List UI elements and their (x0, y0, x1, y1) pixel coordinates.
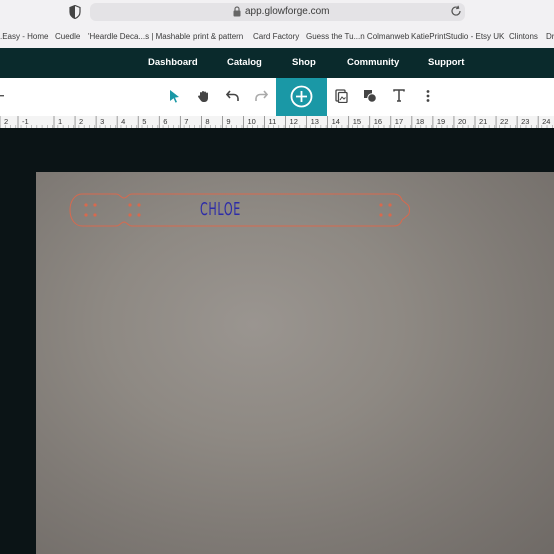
ruler-label: 11 (269, 117, 277, 126)
add-plus-icon (290, 85, 313, 108)
ruler-label: 6 (163, 117, 167, 126)
wristband-cut-design[interactable] (68, 192, 414, 228)
bookmark-link[interactable]: Dr (546, 30, 554, 44)
ruler-label: 3 (100, 117, 104, 126)
ruler-label: -1 (22, 117, 29, 126)
ruler-label: 10 (247, 117, 255, 126)
select-arrow-icon[interactable] (169, 89, 181, 103)
ruler-label: 22 (500, 117, 508, 126)
ruler-label: 9 (226, 117, 230, 126)
ruler-label: 16 (374, 117, 382, 126)
add-button[interactable] (276, 78, 327, 116)
text-icon[interactable] (393, 89, 405, 102)
privacy-shield-icon[interactable] (69, 5, 81, 19)
ruler-label: 12 (290, 117, 298, 126)
shapes-icon[interactable] (363, 89, 377, 103)
ruler-label: 2 (79, 117, 83, 126)
more-menu-icon[interactable] (425, 89, 431, 103)
nav-community[interactable]: Community (347, 48, 399, 78)
trace-image-icon[interactable] (335, 89, 348, 103)
ruler-label: 4 (121, 117, 125, 126)
ruler-label: 13 (311, 117, 319, 126)
bed-camera-image[interactable] (36, 172, 554, 554)
ruler-label: 20 (458, 117, 466, 126)
ruler-label: 5 (142, 117, 146, 126)
ruler-label: 17 (395, 117, 403, 126)
ruler-label: 2 (4, 117, 8, 126)
ruler-label: 15 (353, 117, 361, 126)
redo-icon[interactable] (254, 90, 268, 102)
undo-icon[interactable] (226, 90, 240, 102)
ruler-label: 24 (542, 117, 550, 126)
bookmark-link[interactable]: 'Heardle Deca...s | Mashable (88, 30, 190, 44)
lock-icon (233, 6, 241, 17)
reload-icon[interactable] (450, 5, 462, 17)
bookmark-link[interactable]: Cuedle (55, 30, 80, 44)
ruler-label: 18 (416, 117, 424, 126)
ruler-label: 7 (184, 117, 188, 126)
ruler-label: 14 (332, 117, 340, 126)
bookmark-link[interactable]: KatiePrintStudio - Etsy UK (411, 30, 504, 44)
ruler-label: 1 (58, 117, 62, 126)
bookmarks-bar: .Easy - Home Cuedle 'Heardle Deca...s | … (0, 30, 554, 44)
bookmark-link[interactable]: print & pattern (193, 30, 243, 44)
nav-dashboard[interactable]: Dashboard (148, 48, 198, 78)
app-nav-bar: Dashboard Catalog Shop Community Support (0, 48, 554, 78)
toolbar-dash (0, 95, 4, 97)
nav-shop[interactable]: Shop (292, 48, 316, 78)
nav-support[interactable]: Support (428, 48, 464, 78)
ruler-label: 23 (521, 117, 529, 126)
bookmark-link[interactable]: Clintons (509, 30, 538, 44)
engraved-name-text[interactable]: CHLOE (200, 196, 241, 224)
ruler-label: 19 (437, 117, 445, 126)
ruler-label: 8 (205, 117, 209, 126)
hand-pan-icon[interactable] (197, 89, 211, 103)
bookmark-link[interactable]: Card Factory (253, 30, 299, 44)
url-text[interactable]: app.glowforge.com (245, 5, 330, 19)
bookmark-link[interactable]: .Easy - Home (0, 30, 48, 44)
ruler-label: 21 (479, 117, 487, 126)
nav-catalog[interactable]: Catalog (227, 48, 262, 78)
ruler-ticks: 2 -1 1 2 3 4 5 6 7 8 9 10 11 12 13 14 15 16 17 18 19 20 21 22 23… (0, 116, 553, 128)
bookmark-link[interactable]: Guess the Tu...n Colmanweb (306, 30, 409, 44)
